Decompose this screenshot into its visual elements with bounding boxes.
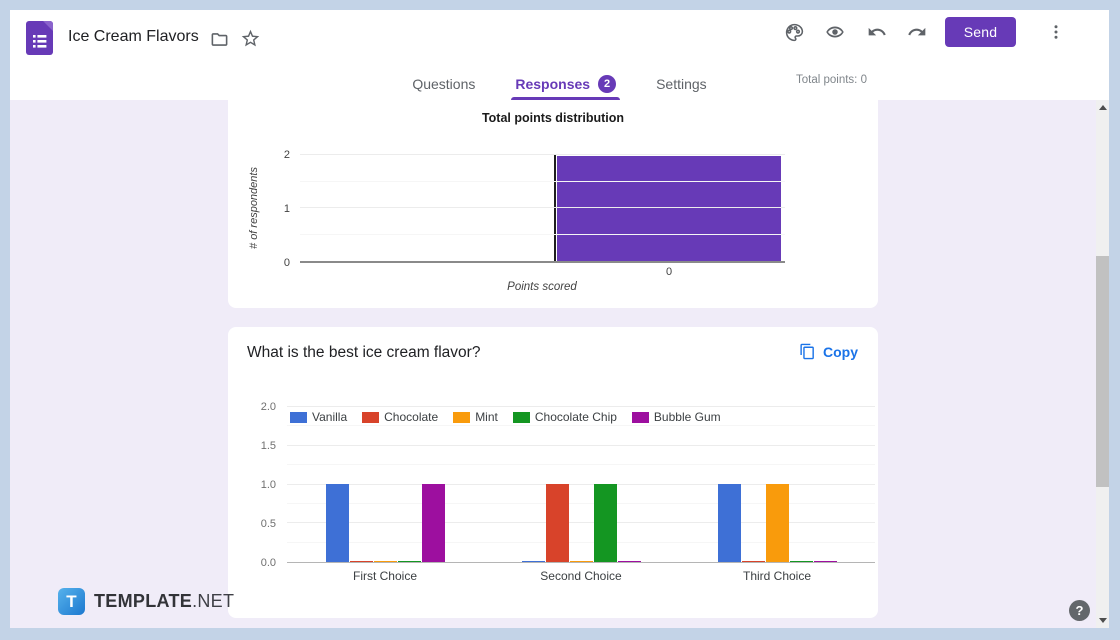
bar-group: Third Choice bbox=[679, 407, 875, 583]
legend-swatch bbox=[453, 411, 471, 423]
brand-name-bold: TEMPLATE bbox=[94, 591, 193, 611]
minor-gridline bbox=[300, 180, 785, 182]
question-responses-card: What is the best ice cream flavor? Copy … bbox=[228, 327, 878, 618]
vertical-scrollbar[interactable] bbox=[1096, 100, 1109, 628]
category-label: Second Choice bbox=[540, 569, 622, 583]
chart1-x-tick: 0 bbox=[665, 266, 673, 278]
chart1-plot-area bbox=[300, 154, 785, 263]
chart2-bar-groups: First Choice Second Choice Third Choice bbox=[287, 407, 875, 583]
bar-group: First Choice bbox=[287, 407, 483, 583]
redo-icon[interactable] bbox=[906, 21, 928, 43]
document-title[interactable]: Ice Cream Flavors bbox=[68, 28, 199, 46]
more-options-kebab-icon[interactable] bbox=[1045, 21, 1067, 43]
legend-item: Chocolate bbox=[362, 410, 438, 424]
category-label: Third Choice bbox=[742, 569, 812, 583]
tab-settings[interactable]: Settings bbox=[654, 67, 709, 100]
category-label: First Choice bbox=[352, 569, 417, 583]
theme-palette-icon[interactable] bbox=[783, 21, 805, 43]
points-distribution-card: Total points distribution # of responden… bbox=[228, 100, 878, 308]
chart1-bar bbox=[557, 156, 782, 261]
bar-vanilla bbox=[325, 484, 349, 562]
window-frame: Ice Cream Flavors Send Questions Respons… bbox=[0, 0, 1120, 640]
move-to-folder-icon[interactable] bbox=[208, 28, 230, 50]
bar-chocolate-chip bbox=[397, 560, 421, 562]
y-tick-label: 2 bbox=[283, 149, 290, 161]
undo-icon[interactable] bbox=[866, 21, 888, 43]
bar-bubble-gum bbox=[813, 560, 837, 562]
legend-label: Mint bbox=[475, 410, 498, 424]
y-tick-label: 1.5 bbox=[260, 440, 276, 452]
chart2-y-ticks: 0.0 0.5 1.0 1.5 2.0 bbox=[248, 401, 282, 569]
tab-responses[interactable]: Responses 2 bbox=[511, 67, 620, 100]
bar-chocolate bbox=[741, 560, 765, 562]
tab-bar: Questions Responses 2 Settings bbox=[10, 67, 1109, 100]
legend-item: Bubble Gum bbox=[631, 410, 721, 424]
google-forms-logo-icon[interactable] bbox=[26, 21, 53, 55]
chart1-y-ticks: 0 1 2 bbox=[264, 149, 294, 269]
legend-label: Chocolate bbox=[384, 410, 439, 424]
y-tick-label: 0.5 bbox=[260, 518, 276, 530]
bar-mint bbox=[373, 560, 397, 562]
y-tick-label: 1.0 bbox=[260, 479, 276, 491]
legend-swatch bbox=[631, 411, 649, 423]
tab-questions[interactable]: Questions bbox=[410, 67, 477, 100]
chart1-title: Total points distribution bbox=[481, 111, 625, 125]
legend-label: Chocolate Chip bbox=[534, 410, 617, 424]
scrollbar-thumb[interactable] bbox=[1096, 256, 1109, 487]
chart2-legend: Vanilla Chocolate Mint Chocolate Chip Bubble… bbox=[290, 410, 721, 424]
bar-group: Second Choice bbox=[483, 407, 679, 583]
app-header: Ice Cream Flavors Send Questions Respons… bbox=[10, 10, 1109, 100]
minor-gridline bbox=[300, 233, 785, 235]
tab-settings-label: Settings bbox=[656, 75, 707, 92]
legend-swatch bbox=[290, 411, 307, 423]
copy-icon bbox=[800, 343, 814, 360]
bar-chocolate-chip bbox=[593, 484, 617, 562]
browser-viewport: Ice Cream Flavors Send Questions Respons… bbox=[10, 10, 1109, 628]
legend-item: Vanilla bbox=[290, 410, 347, 424]
scroll-up-arrow-icon[interactable] bbox=[1099, 105, 1107, 110]
bar-bubble-gum bbox=[421, 484, 445, 562]
legend-item: Mint bbox=[453, 410, 498, 424]
bar-chocolate-chip bbox=[789, 560, 813, 562]
copy-chart-button[interactable]: Copy bbox=[799, 343, 858, 360]
question-title: What is the best ice cream flavor? bbox=[247, 344, 481, 361]
star-icon[interactable] bbox=[239, 27, 261, 49]
bar-chocolate bbox=[545, 484, 569, 562]
send-button[interactable]: Send bbox=[945, 17, 1016, 47]
y-tick-label: 0.0 bbox=[260, 557, 276, 569]
chart1-x-axis-label: Points scored bbox=[507, 281, 577, 293]
responses-count-badge: 2 bbox=[598, 74, 617, 93]
y-tick-label: 2.0 bbox=[260, 401, 276, 413]
legend-label: Bubble Gum bbox=[653, 410, 721, 424]
y-tick-label: 1 bbox=[283, 203, 290, 215]
preview-eye-icon[interactable] bbox=[824, 21, 846, 43]
template-net-logo: T TEMPLATE.NET bbox=[58, 588, 234, 615]
legend-label: Vanilla bbox=[312, 410, 348, 424]
tab-responses-label: Responses bbox=[515, 75, 591, 92]
copy-label: Copy bbox=[823, 343, 858, 360]
gridline bbox=[300, 207, 785, 208]
legend-item: Chocolate Chip bbox=[512, 410, 617, 424]
scroll-down-arrow-icon[interactable] bbox=[1099, 618, 1107, 623]
chart1-y-axis-label: # of respondents bbox=[248, 167, 260, 249]
bar-mint bbox=[569, 560, 593, 562]
legend-swatch bbox=[362, 411, 380, 423]
legend-swatch bbox=[512, 411, 530, 423]
total-points-label: Total points: 0 bbox=[796, 74, 867, 86]
help-button[interactable]: ? bbox=[1069, 600, 1090, 621]
bar-vanilla bbox=[521, 560, 545, 562]
tab-questions-label: Questions bbox=[412, 75, 476, 92]
gridline bbox=[300, 154, 785, 155]
chart2-plot-area: Vanilla Chocolate Mint Chocolate Chip Bubble… bbox=[287, 406, 875, 583]
y-tick-label: 0 bbox=[283, 257, 290, 269]
bar-mint bbox=[765, 484, 789, 562]
brand-name-rest: .NET bbox=[192, 591, 235, 611]
template-net-t-icon: T bbox=[58, 588, 85, 615]
bar-chocolate bbox=[349, 560, 373, 562]
chart1-bin-divider-line bbox=[554, 155, 557, 261]
bar-bubble-gum bbox=[617, 560, 641, 562]
bar-vanilla bbox=[717, 484, 741, 562]
